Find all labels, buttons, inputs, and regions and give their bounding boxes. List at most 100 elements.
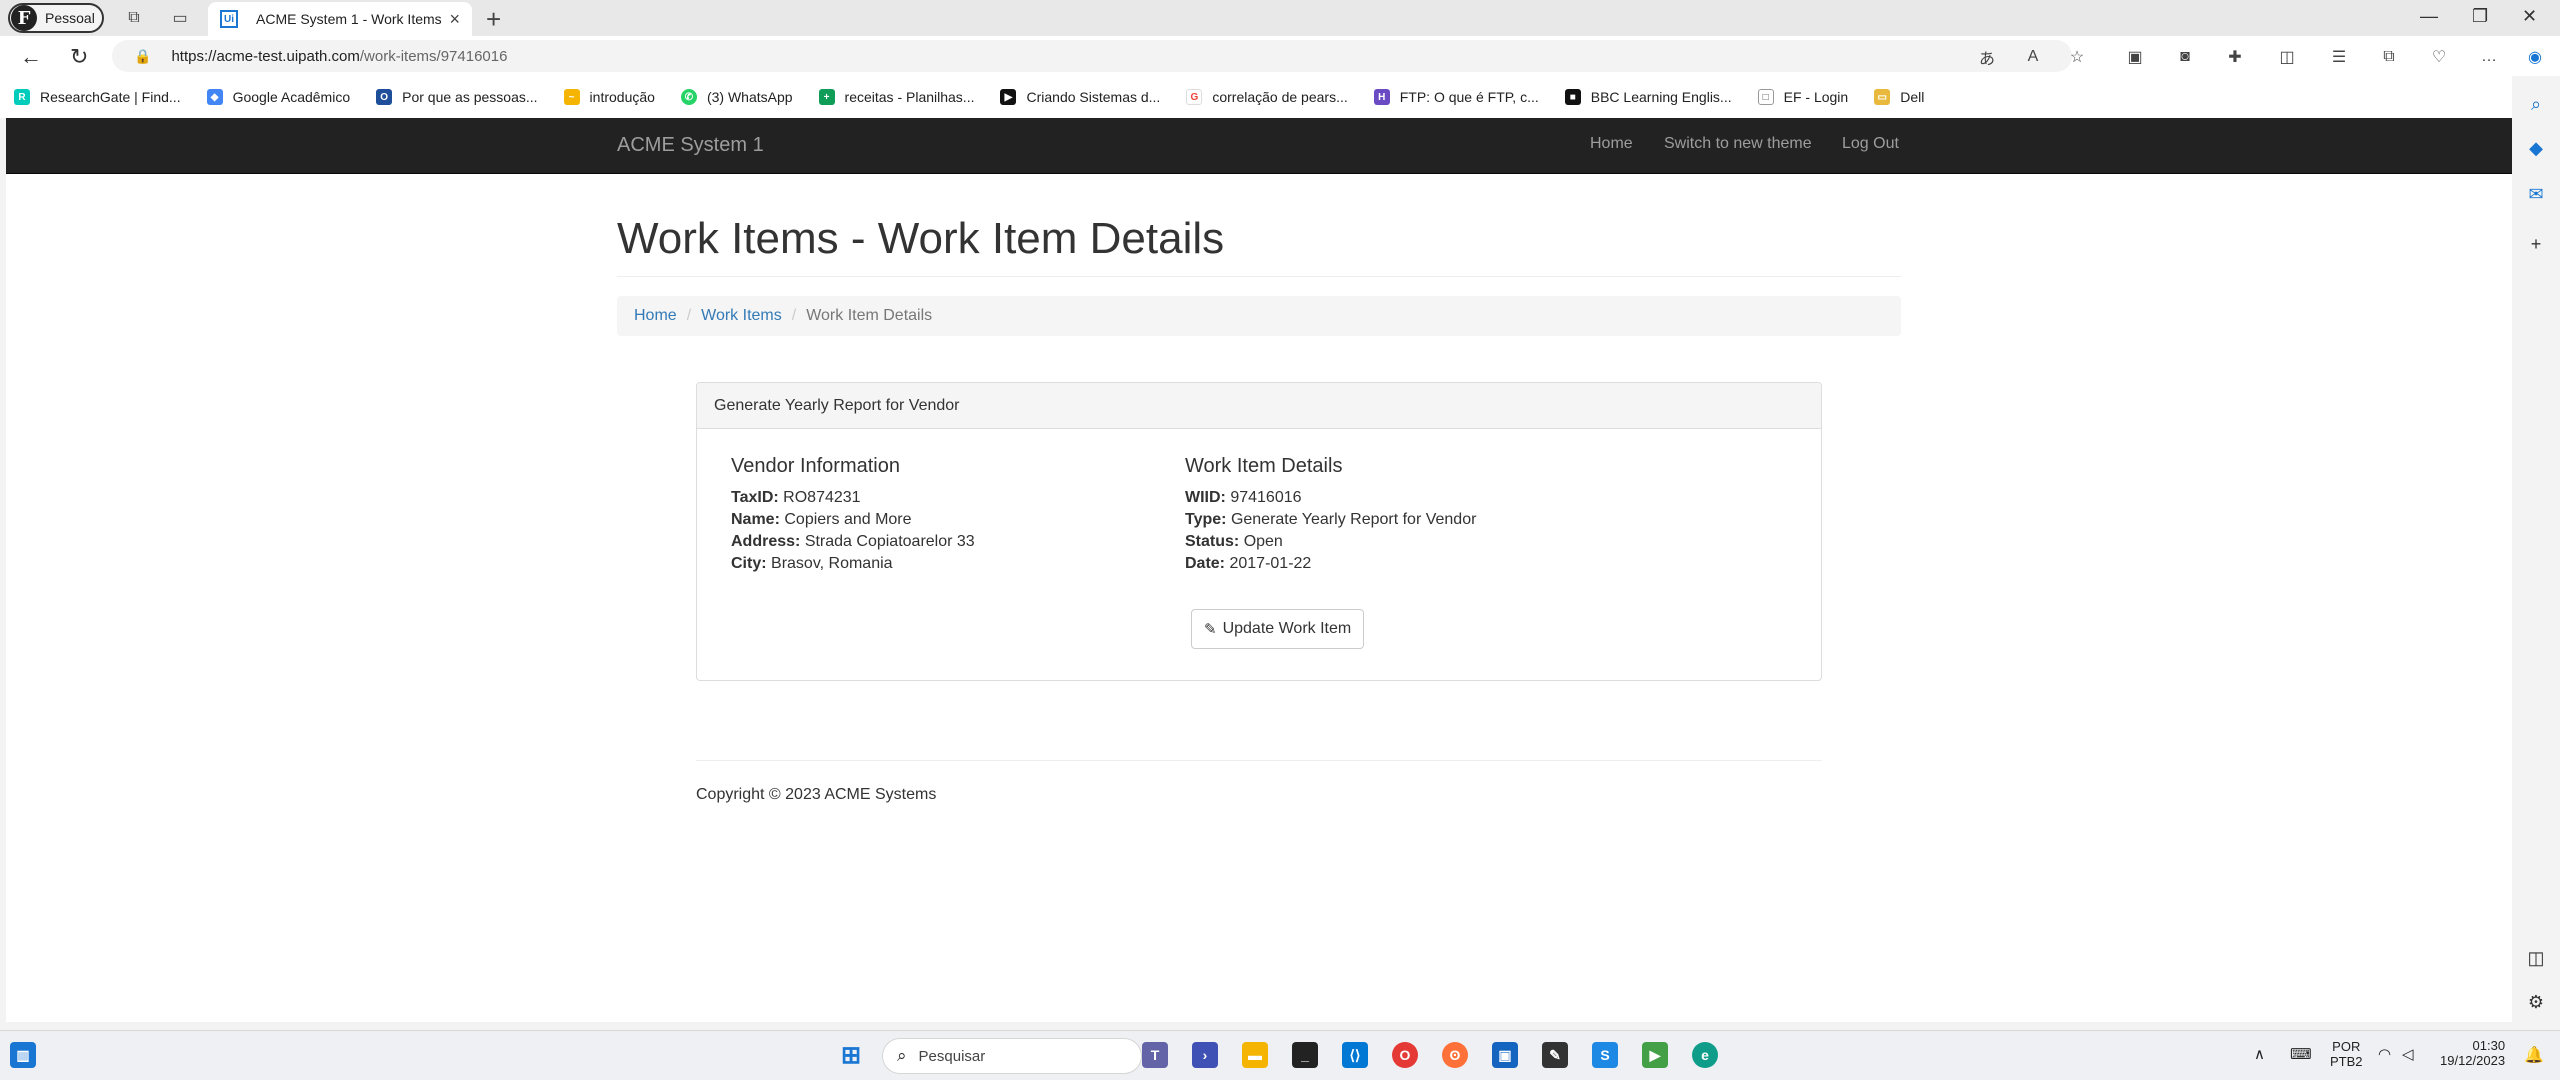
teams-icon[interactable]: T [1142, 1042, 1168, 1068]
clock[interactable]: 01:30 19/12/2023 [2440, 1038, 2505, 1068]
keyboard-icon[interactable]: ⌨ [2290, 1045, 2312, 1063]
url-text: https://acme-test.uipath.com/work-items/… [171, 47, 508, 65]
bookmark-icon: ✆ [680, 89, 697, 105]
sidebar-settings-icon[interactable]: ⚙ [2524, 990, 2548, 1014]
bookmark-icon: ▶ [1000, 89, 1017, 105]
bookmark-icon: H [1373, 89, 1390, 105]
bookmark-item[interactable]: ~ introdução [563, 89, 655, 105]
show-hidden-icons-chevron-icon[interactable]: ∧ [2254, 1045, 2265, 1063]
bookmarks-bar: R ResearchGate | Find... ◆ Google Acadêmic… [0, 76, 2560, 118]
bookmark-icon: ~ [563, 89, 580, 105]
media-player-icon[interactable]: ▶ [1642, 1042, 1668, 1068]
search-icon[interactable]: ⌕ [2524, 92, 2548, 116]
notification-bell-icon[interactable]: 🔔 [2524, 1045, 2544, 1065]
vendor-info-heading: Vendor Information [731, 455, 900, 477]
add-sidebar-app-icon[interactable]: + [2524, 232, 2548, 256]
work-item-type: Type: Generate Yearly Report for Vendor [1185, 511, 1477, 528]
file-explorer-icon[interactable]: ▬ [1242, 1042, 1268, 1068]
vendor-taxid: TaxID: RO874231 [731, 489, 861, 506]
browser-tab-bar: F Pessoal ⧉ ▭ Ui ACME System 1 - Work It… [0, 0, 2560, 36]
vendor-info-section: Vendor Information TaxID: RO874231 Name:… [731, 455, 975, 575]
tab-actions-icon[interactable]: ▭ [170, 8, 190, 28]
update-work-item-button[interactable]: ✎ Update Work Item [1191, 609, 1365, 649]
bookmark-item[interactable]: O Por que as pessoas... [376, 89, 538, 105]
picture-in-picture-icon[interactable]: ▣ [2124, 46, 2146, 68]
windows-taskbar: ▥ ⊞ ⌕ Pesquisar T › ▬ _ ⟨⟩ O ʘ ▣ ✎ S ▶ e… [0, 1030, 2560, 1080]
copilot-icon[interactable]: ◉ [2524, 46, 2546, 68]
breadcrumb: Home / Work Items / Work Item Details [617, 296, 1901, 336]
bookmark-item[interactable]: + receitas - Planilhas... [818, 89, 974, 105]
favorite-star-icon[interactable]: ☆ [2066, 46, 2088, 68]
bookmark-item[interactable]: ✆ (3) WhatsApp [680, 89, 793, 105]
collections-icon[interactable]: ⧉ [2378, 46, 2400, 68]
taskbar-search[interactable]: ⌕ Pesquisar [882, 1038, 1142, 1074]
bookmark-item[interactable]: ◆ Google Acadêmico [206, 89, 350, 105]
remote-desktop-icon[interactable]: ▣ [1492, 1042, 1518, 1068]
close-tab-icon[interactable]: × [449, 9, 460, 30]
extension-icon[interactable]: ◙ [2174, 46, 2196, 68]
minimize-icon[interactable]: — [2420, 6, 2438, 27]
bookmark-icon: + [818, 89, 835, 105]
pencil-icon: ✎ [1204, 621, 1217, 638]
panel-heading: Generate Yearly Report for Vendor [697, 383, 1821, 429]
notes-icon[interactable]: ✎ [1542, 1042, 1568, 1068]
vscode-icon[interactable]: ⟨⟩ [1342, 1042, 1368, 1068]
bookmark-item[interactable]: R ResearchGate | Find... [14, 89, 181, 105]
firefox-icon[interactable]: ʘ [1442, 1042, 1468, 1068]
restore-icon[interactable]: ❐ [2472, 6, 2488, 27]
read-aloud-icon[interactable]: A [2022, 46, 2044, 68]
url-field[interactable]: 🔒 https://acme-test.uipath.com/work-item… [112, 40, 2072, 72]
favorites-icon[interactable]: ☰ [2328, 46, 2350, 68]
powershell-icon[interactable]: › [1192, 1042, 1218, 1068]
vendor-name: Name: Copiers and More [731, 511, 912, 528]
windows-start-icon[interactable]: ⊞ [838, 1042, 864, 1069]
browser-essentials-icon[interactable]: ♡ [2428, 46, 2450, 68]
nav-switch-theme-link[interactable]: Switch to new theme [1664, 135, 1812, 153]
shopping-icon[interactable]: ◆ [2524, 136, 2548, 160]
language-indicator[interactable]: POR PTB2 [2330, 1039, 2363, 1069]
address-bar: ← ↻ 🔒 https://acme-test.uipath.com/work-… [0, 36, 2560, 76]
terminal-icon[interactable]: _ [1292, 1042, 1318, 1068]
bookmark-item[interactable]: ▶ Criando Sistemas d... [1000, 89, 1160, 105]
split-screen-icon[interactable]: ◫ [2276, 46, 2298, 68]
site-brand[interactable]: ACME System 1 [617, 134, 764, 157]
tab-acme[interactable]: Ui ACME System 1 - Work Items × [208, 2, 472, 36]
breadcrumb-work-items-link[interactable]: Work Items [701, 307, 782, 325]
profile-label: Pessoal [45, 10, 95, 26]
bookmark-item[interactable]: ■ BBC Learning Englis... [1564, 89, 1732, 105]
work-item-status: Status: Open [1185, 533, 1283, 550]
nav-logout-link[interactable]: Log Out [1842, 135, 1899, 153]
extensions-puzzle-icon[interactable]: ✚ [2224, 46, 2246, 68]
opera-icon[interactable]: O [1392, 1042, 1418, 1068]
nav-home-link[interactable]: Home [1590, 135, 1633, 153]
sway-icon[interactable]: S [1592, 1042, 1618, 1068]
outlook-icon[interactable]: ✉ [2524, 182, 2548, 206]
bookmark-item[interactable]: □ EF - Login [1757, 89, 1848, 105]
bookmark-item[interactable]: Gcorrelação de pears... [1186, 89, 1348, 105]
bookmark-icon: □ [1757, 89, 1774, 105]
close-window-icon[interactable]: ✕ [2522, 6, 2537, 27]
work-item-date: Date: 2017-01-22 [1185, 555, 1312, 572]
refresh-icon[interactable]: ↻ [70, 44, 88, 70]
widgets-icon[interactable]: ▥ [10, 1042, 36, 1068]
translate-icon[interactable]: あ [1976, 46, 1998, 68]
footer-divider [696, 760, 1822, 761]
breadcrumb-home-link[interactable]: Home [634, 307, 677, 325]
bookmark-item[interactable]: ▭ Dell [1874, 89, 1924, 105]
bookmark-icon: R [14, 89, 30, 105]
new-tab-icon[interactable]: + [486, 4, 501, 35]
hide-sidebar-icon[interactable]: ◫ [2524, 946, 2548, 970]
wifi-icon[interactable]: ◠ [2378, 1045, 2391, 1063]
workspaces-icon[interactable]: ⧉ [124, 8, 144, 28]
more-menu-icon[interactable]: … [2478, 46, 2500, 68]
bookmark-item[interactable]: H FTP: O que é FTP, c... [1373, 89, 1539, 105]
bookmark-icon: ◆ [206, 89, 223, 105]
profile-button[interactable]: F Pessoal [8, 3, 104, 33]
work-item-wiid: WIID: 97416016 [1185, 489, 1302, 506]
search-icon: ⌕ [897, 1046, 907, 1065]
breadcrumb-current: Work Item Details [806, 307, 933, 324]
volume-icon[interactable]: ◁ [2402, 1045, 2414, 1063]
edge-icon[interactable]: e [1692, 1042, 1718, 1068]
site-navbar: ACME System 1 Home Switch to new theme L… [6, 118, 2512, 174]
back-arrow-icon[interactable]: ← [20, 44, 42, 70]
